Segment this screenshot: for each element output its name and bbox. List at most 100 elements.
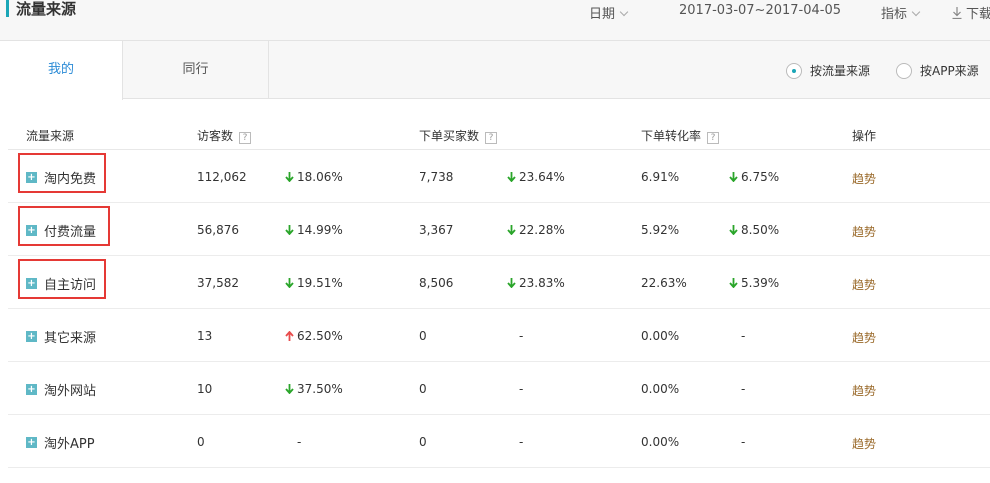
buyers-change: 23.64% (507, 170, 565, 184)
table-row: + 淘内免费 112,062 18.06% 7,738 23.64% 6.91% 6.75% 趋… (8, 150, 990, 203)
buyers-change: - (519, 382, 524, 396)
trend-link[interactable]: 趋势 (852, 170, 876, 187)
conversion-change: 8.50% (729, 223, 779, 237)
source-cell[interactable]: + 自主访问 (26, 274, 96, 293)
tab-peer[interactable]: 同行 (123, 41, 269, 99)
metric-dropdown[interactable]: 指标 (881, 3, 921, 22)
visitors-change: 37.50% (285, 382, 343, 396)
trend-link[interactable]: 趋势 (852, 329, 876, 346)
visitors-value: 37,582 (197, 276, 239, 290)
conversion-change: - (741, 435, 746, 449)
chevron-down-icon (911, 7, 921, 17)
visitors-change: 18.06% (285, 170, 343, 184)
question-icon[interactable]: ? (239, 132, 252, 144)
plus-icon[interactable]: + (26, 437, 37, 448)
col-buyers: 下单买家数? (419, 127, 498, 144)
arrow-down-icon (285, 225, 294, 235)
arrow-down-icon (729, 278, 738, 288)
question-icon[interactable]: ? (485, 132, 498, 144)
conversion-value: 0.00% (641, 329, 680, 343)
source-label: 付费流量 (44, 225, 97, 240)
source-label: 淘内免费 (44, 172, 97, 187)
conversion-value: 5.92% (641, 223, 680, 237)
radio-unchecked-icon (896, 62, 912, 79)
visitors-value: 13 (197, 329, 213, 343)
source-label: 淘外APP (44, 437, 95, 452)
visitors-change: - (297, 435, 302, 449)
buyers-value: 0 (419, 382, 427, 396)
arrow-down-icon (507, 172, 516, 182)
trend-link[interactable]: 趋势 (852, 435, 876, 452)
traffic-table: 流量来源 访客数? 下单买家数? 下单转化率? 操作 + 淘内免费 112,062 1… (8, 117, 990, 468)
conversion-change: 5.39% (729, 276, 779, 290)
metric-label: 指标 (881, 7, 908, 22)
arrow-down-icon (507, 225, 516, 235)
plus-icon[interactable]: + (26, 172, 37, 183)
arrow-down-icon (729, 172, 738, 182)
radio-checked-icon (786, 62, 802, 79)
download-button[interactable]: 下载 (952, 3, 990, 22)
tab-mine[interactable]: 我的 (0, 41, 123, 100)
buyers-value: 7,738 (419, 170, 454, 184)
col-action: 操作 (852, 129, 877, 143)
conversion-value: 6.91% (641, 170, 680, 184)
source-cell[interactable]: + 付费流量 (26, 221, 96, 240)
radio-label: 按APP来源 (920, 64, 979, 78)
col-conversion: 下单转化率? (641, 127, 720, 144)
top-header: 流量来源 日期 2017-03-07~2017-04-05 指标 下载 (0, 0, 990, 41)
buyers-change: - (519, 435, 524, 449)
conversion-value: 22.63% (641, 276, 687, 290)
visitors-change: 19.51% (285, 276, 343, 290)
download-icon (952, 7, 962, 19)
radio-label: 按流量来源 (810, 64, 871, 78)
visitors-value: 0 (197, 435, 205, 449)
source-cell[interactable]: + 淘内免费 (26, 168, 96, 187)
buyers-value: 3,367 (419, 223, 454, 237)
radio-by-app-source[interactable]: 按APP来源 (896, 62, 979, 79)
radio-by-traffic-source[interactable]: 按流量来源 (786, 62, 870, 79)
trend-link[interactable]: 趋势 (852, 382, 876, 399)
conversion-change: - (741, 329, 746, 343)
plus-icon[interactable]: + (26, 225, 37, 236)
source-label: 自主访问 (44, 278, 97, 293)
arrow-down-icon (285, 384, 294, 394)
plus-icon[interactable]: + (26, 331, 37, 342)
date-range[interactable]: 2017-03-07~2017-04-05 (679, 3, 841, 18)
buyers-change: - (519, 329, 524, 343)
conversion-change: - (741, 382, 746, 396)
source-label: 其它来源 (44, 331, 97, 346)
trend-link[interactable]: 趋势 (852, 276, 876, 293)
arrow-down-icon (285, 172, 294, 182)
source-cell[interactable]: + 淘外APP (26, 433, 95, 452)
title-accent-bar (6, 0, 9, 17)
source-cell[interactable]: + 淘外网站 (26, 380, 96, 399)
col-source: 流量来源 (26, 129, 75, 143)
col-visitors: 访客数? (197, 127, 252, 144)
source-label: 淘外网站 (44, 384, 97, 399)
table-row: + 付费流量 56,876 14.99% 3,367 22.28% 5.92% 8.50% 趋势 (8, 203, 990, 256)
buyers-value: 0 (419, 329, 427, 343)
visitors-value: 112,062 (197, 170, 247, 184)
conversion-value: 0.00% (641, 382, 680, 396)
table-body: + 淘内免费 112,062 18.06% 7,738 23.64% 6.91% 6.75% 趋… (8, 150, 990, 468)
table-row: + 淘外APP 0 - 0 - 0.00% - 趋势 (8, 415, 990, 468)
date-label: 日期 (589, 7, 616, 22)
date-dropdown[interactable]: 日期 (589, 3, 629, 22)
table-row: + 其它来源 13 62.50% 0 - 0.00% - 趋势 (8, 309, 990, 362)
question-icon[interactable]: ? (707, 132, 720, 144)
arrow-down-icon (729, 225, 738, 235)
visitors-change: 62.50% (285, 329, 343, 343)
visitors-change: 14.99% (285, 223, 343, 237)
table-row: + 自主访问 37,582 19.51% 8,506 23.83% 22.63% 5.39% 趋… (8, 256, 990, 309)
download-label: 下载 (966, 7, 990, 22)
source-cell[interactable]: + 其它来源 (26, 327, 96, 346)
visitors-value: 10 (197, 382, 213, 396)
plus-icon[interactable]: + (26, 384, 37, 395)
conversion-value: 0.00% (641, 435, 680, 449)
table-row: + 淘外网站 10 37.50% 0 - 0.00% - 趋势 (8, 362, 990, 415)
plus-icon[interactable]: + (26, 278, 37, 289)
chevron-down-icon (619, 7, 629, 17)
trend-link[interactable]: 趋势 (852, 223, 876, 240)
buyers-value: 8,506 (419, 276, 454, 290)
buyers-change: 22.28% (507, 223, 565, 237)
